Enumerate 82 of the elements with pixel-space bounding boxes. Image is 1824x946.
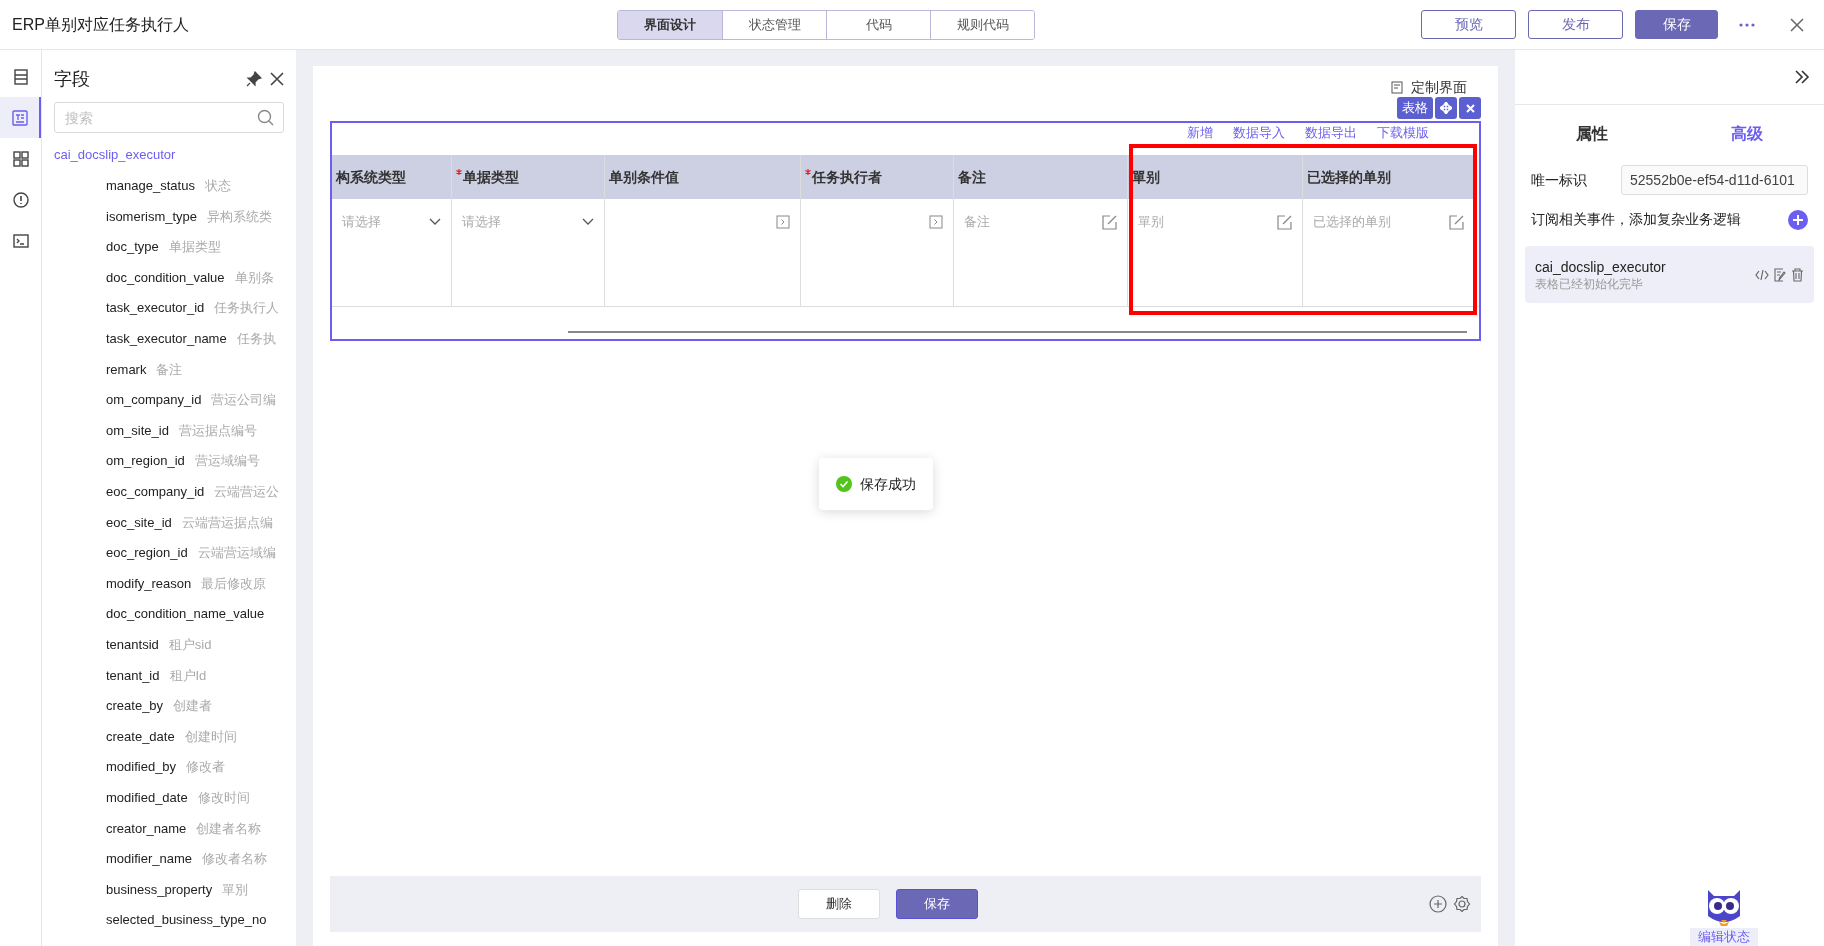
custom-link[interactable]: 定制界面 <box>1411 76 1467 98</box>
field-name[interactable]: doc_type <box>106 237 159 257</box>
field-label: 单别条 <box>234 268 274 287</box>
column-header: 单别条件值 <box>609 167 679 187</box>
field-name[interactable]: modify_reason <box>106 573 192 594</box>
field-name[interactable]: modified_by <box>106 757 177 777</box>
field-name[interactable]: create_date <box>106 726 175 747</box>
column-header: 构系统类型 <box>336 167 406 187</box>
field-label: 修改者 <box>186 758 226 777</box>
tab[interactable]: 界面设计 <box>618 11 722 39</box>
table-link[interactable]: 下载模版 <box>1377 123 1429 143</box>
column-header: 已选择的单别 <box>1307 167 1391 187</box>
field-name[interactable]: creator_name <box>106 818 187 838</box>
field-label: 修改时间 <box>197 788 250 807</box>
field-label: 唯一标识 <box>1531 170 1588 190</box>
field-label: 创建者名称 <box>196 819 262 838</box>
event-label: 订阅相关事件，添加复杂业务逻辑 <box>1531 210 1741 229</box>
field-name[interactable]: task_executor_id <box>106 298 205 318</box>
field-name[interactable]: manage_status <box>106 176 195 196</box>
field-label: 單別 <box>222 880 249 899</box>
field-label: 最后修改原 <box>201 574 267 593</box>
field-name[interactable]: doc_condition_name_value <box>106 604 265 624</box>
field-name[interactable]: eoc_site_id <box>106 512 172 533</box>
field-label: 营运据点编号 <box>178 421 257 440</box>
field-label: 创建时间 <box>184 727 237 746</box>
field-label: 创建者 <box>173 697 213 716</box>
column-header: 单据类型 <box>456 166 519 188</box>
field-label: 修改者名称 <box>202 850 267 869</box>
field-label: 营运公司编 <box>211 391 277 410</box>
field-label: 营运域编号 <box>194 452 260 471</box>
column-header: 單别 <box>1132 167 1160 187</box>
field-name[interactable]: modifier_name <box>106 849 192 869</box>
toast: 保存成功 <box>818 458 933 510</box>
toolbar-button[interactable]: 预览 <box>1421 10 1516 39</box>
field-name[interactable]: om_site_id <box>106 420 169 441</box>
tab[interactable]: 属性 <box>1515 122 1670 146</box>
field-name[interactable]: business_property <box>106 879 213 900</box>
field-label: 任务执行人 <box>214 299 280 318</box>
field-name[interactable]: doc_condition_value <box>106 267 225 288</box>
save-button[interactable]: 保存 <box>1635 10 1718 39</box>
field-name[interactable]: create_by <box>106 696 164 716</box>
field-label: 单据类型 <box>168 238 221 257</box>
field-label: 租户Id <box>169 666 207 685</box>
field-name[interactable]: isomerism_type <box>106 206 198 227</box>
field-name[interactable]: om_region_id <box>106 451 185 471</box>
status-label: 编辑状态 <box>1690 928 1758 946</box>
event-description: 表格已经初始化完毕 <box>1535 275 1644 292</box>
table-name[interactable]: cai_docslip_executor <box>54 145 296 165</box>
field-label: 云端营运据点编 <box>181 513 273 532</box>
field-name[interactable]: selected_business_type_no <box>106 910 267 930</box>
field-label: 状态 <box>204 177 231 196</box>
event-card[interactable]: cai_docslip_executor 表格已经初始化完毕 <box>1525 246 1814 303</box>
column-header: 备注 <box>958 167 986 187</box>
table-link[interactable]: 数据导出 <box>1305 123 1357 143</box>
column-header: 任务执行者 <box>805 166 882 188</box>
field-label: 云端营运公 <box>214 483 280 501</box>
field-name[interactable]: eoc_company_id <box>106 482 205 502</box>
save-button[interactable]: 保存 <box>896 889 978 919</box>
search-field[interactable]: 搜索 <box>54 102 284 133</box>
field-label: 异构系统类 <box>207 207 273 226</box>
field-label: 备注 <box>156 360 183 379</box>
panel-title: 字段 <box>54 67 90 91</box>
field-name[interactable]: eoc_region_id <box>106 543 188 563</box>
id-field[interactable]: 52552b0e-ef54-d11d-6101 <box>1621 165 1808 195</box>
tab[interactable]: 高级 <box>1669 122 1824 146</box>
event-name: cai_docslip_executor <box>1535 257 1666 276</box>
field-label: 任务执 <box>236 330 276 348</box>
field-name[interactable]: modified_date <box>106 787 188 808</box>
field-name[interactable]: remark <box>106 359 147 380</box>
field-label: 云端营运域编 <box>197 544 276 563</box>
field-name[interactable]: tenant_id <box>106 665 160 686</box>
field-name[interactable]: om_company_id <box>106 390 202 410</box>
delete-button[interactable]: 删除 <box>798 889 880 919</box>
field-name[interactable]: task_executor_name <box>106 329 227 349</box>
tab[interactable]: 规则代码 <box>930 11 1034 39</box>
window-title: ERP单别对应任务执行人 <box>12 14 189 35</box>
field-label: 租户sid <box>168 635 212 654</box>
table-link[interactable]: 数据导入 <box>1233 123 1285 143</box>
toolbar-button[interactable]: 发布 <box>1528 10 1623 39</box>
table-link[interactable]: 新增 <box>1187 123 1213 143</box>
component-badge: 表格 <box>1397 97 1433 119</box>
field-name[interactable]: tenantsid <box>106 634 159 655</box>
